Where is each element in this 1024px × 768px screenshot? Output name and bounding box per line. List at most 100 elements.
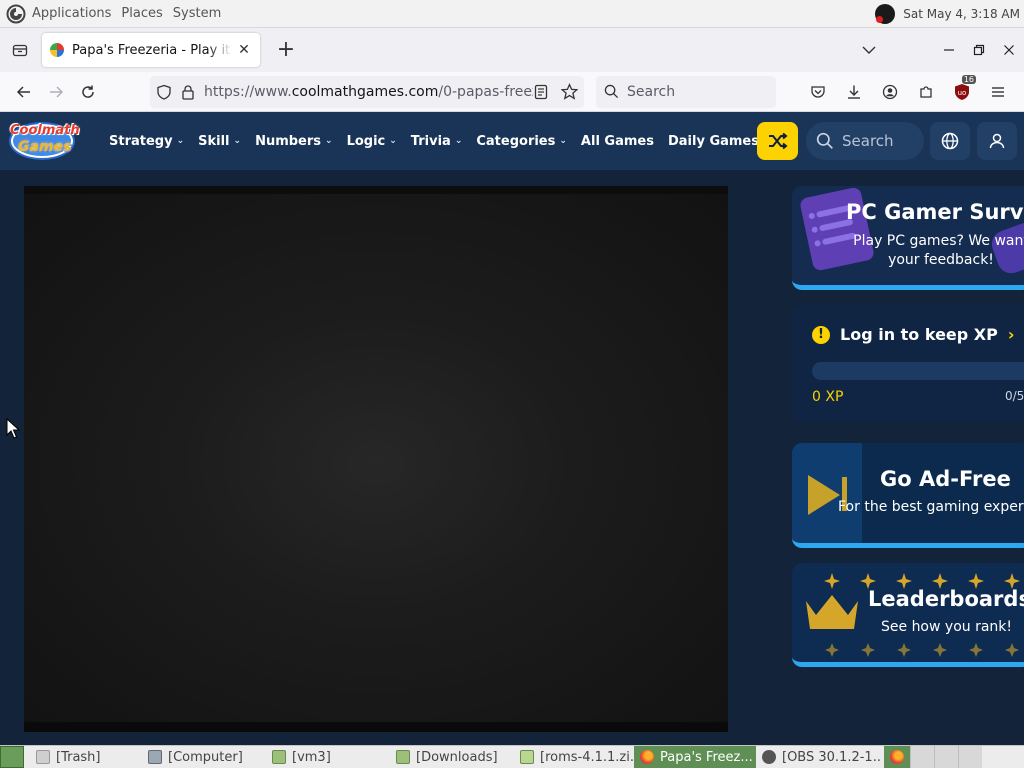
- back-button[interactable]: [8, 76, 40, 108]
- close-tab-icon[interactable]: ✕: [236, 42, 252, 58]
- xp-heading: Log in to keep XP: [840, 325, 998, 344]
- chevron-right-icon: ›: [1007, 325, 1015, 344]
- extension-badge: 16: [961, 75, 976, 84]
- hamburger-menu-icon[interactable]: [980, 76, 1016, 108]
- globe-icon: [941, 132, 959, 150]
- site-search-placeholder: Search: [842, 132, 894, 150]
- tab-strip: Papa's Freezeria - Play it Online ✕ +: [0, 28, 1024, 72]
- gnome-foot-icon[interactable]: [6, 4, 26, 24]
- url-bar[interactable]: https://www.coolmathgames.com/0-papas-fr…: [150, 75, 584, 108]
- nav-categories[interactable]: Categories ⌄: [476, 134, 567, 149]
- logo-line-1: Coolmath: [10, 123, 80, 138]
- language-button[interactable]: [930, 122, 970, 160]
- coolmath-games-logo[interactable]: Coolmath Games: [8, 121, 80, 161]
- pc-gamer-survey-card[interactable]: PC Gamer Survey Play PC games? We want y…: [792, 186, 1024, 290]
- leaderboards-title: Leaderboards: [868, 587, 1024, 611]
- leaderboards-subtitle: See how you rank!: [881, 619, 1013, 635]
- site-search-input[interactable]: Search: [806, 122, 924, 160]
- taskbar-item-firefox-window[interactable]: Papa's Freez...: [634, 746, 756, 768]
- bookmark-star-icon[interactable]: [561, 83, 578, 100]
- restore-button[interactable]: [964, 36, 994, 64]
- ublock-extension-icon[interactable]: uo 16: [944, 75, 980, 108]
- taskbar-item-obs[interactable]: [OBS 30.1.2-1...: [756, 746, 880, 768]
- places-menu[interactable]: Places: [121, 6, 162, 21]
- taskbar-item-vm3[interactable]: [vm3]: [266, 746, 390, 768]
- login-to-keep-xp-link[interactable]: ! Log in to keep XP ›: [812, 325, 1014, 344]
- obs-icon: [762, 750, 776, 764]
- clock[interactable]: Sat May 4, 3:18 AM: [903, 7, 1020, 21]
- site-header: Coolmath Games Strategy ⌄ Skill ⌄ Numbers ⌄…: [0, 112, 1024, 170]
- ad-free-panel: [792, 443, 862, 543]
- extensions-puzzle-icon[interactable]: [908, 76, 944, 108]
- nav-skill[interactable]: Skill ⌄: [198, 134, 241, 149]
- chevron-down-icon: ⌄: [176, 136, 185, 146]
- tab-title: Papa's Freezeria - Play it Online: [72, 42, 232, 58]
- lock-icon[interactable]: [180, 84, 196, 100]
- folder-icon: [396, 750, 410, 764]
- tabs-dropdown-icon[interactable]: [854, 36, 884, 64]
- ad-free-title: Go Ad-Free: [880, 467, 1011, 491]
- downloads-icon[interactable]: [836, 76, 872, 108]
- taskbar-item-trash[interactable]: [Trash]: [30, 746, 142, 768]
- browser-search-bar[interactable]: Search: [596, 75, 776, 108]
- xp-value: 0 XP: [812, 389, 844, 405]
- play-icon: [808, 475, 840, 515]
- site-nav: Strategy ⌄ Skill ⌄ Numbers ⌄ Logic ⌄ Trivia ⌄…: [109, 134, 773, 149]
- nav-all-games[interactable]: All Games: [581, 134, 654, 149]
- stars-decoration: [806, 573, 1020, 657]
- xp-total: 0/5: [1005, 389, 1024, 403]
- tracking-protection-shield-icon[interactable]: [156, 84, 172, 100]
- workspace-2[interactable]: [934, 746, 958, 768]
- search-icon: [604, 84, 619, 99]
- logo-line-2: Games: [18, 139, 72, 155]
- taskbar-item-downloads[interactable]: [Downloads]: [390, 746, 514, 768]
- trash-icon: [36, 750, 50, 764]
- applications-menu[interactable]: Applications: [32, 6, 111, 21]
- pocket-icon[interactable]: [800, 76, 836, 108]
- nav-numbers[interactable]: Numbers ⌄: [255, 134, 333, 149]
- system-menu[interactable]: System: [173, 6, 221, 21]
- firefox-icon: [640, 750, 654, 764]
- xp-card: ! Log in to keep XP › 0 XP 0/5: [792, 305, 1024, 422]
- game-canvas-bottom-edge: [24, 722, 728, 732]
- firefox-launcher-icon[interactable]: [884, 746, 910, 768]
- tab-papas-freezeria[interactable]: Papa's Freezeria - Play it Online ✕: [42, 33, 260, 67]
- random-game-button[interactable]: [757, 122, 798, 160]
- chevron-down-icon: ⌄: [454, 136, 463, 146]
- taskbar-item-roms[interactable]: [roms-4.1.1.zi...: [514, 746, 634, 768]
- leaderboards-card[interactable]: Leaderboards See how you rank!: [792, 563, 1024, 667]
- user-icon: [989, 133, 1005, 149]
- nav-trivia[interactable]: Trivia ⌄: [411, 134, 463, 149]
- shuffle-icon: [768, 132, 788, 150]
- taskbar-item-computer[interactable]: [Computer]: [142, 746, 266, 768]
- minimize-button[interactable]: [934, 36, 964, 64]
- coolmath-favicon-icon: [50, 43, 64, 57]
- nav-daily-games[interactable]: Daily Games: [668, 134, 759, 149]
- url-text[interactable]: https://www.coolmathgames.com/0-papas-fr…: [204, 84, 533, 100]
- game-canvas[interactable]: [24, 186, 728, 732]
- survey-subtitle: Play PC games? We want your feedback!: [853, 233, 1024, 268]
- chevron-down-icon: ⌄: [325, 136, 333, 146]
- chevron-down-icon: ⌄: [559, 136, 567, 146]
- user-account-button[interactable]: [977, 122, 1017, 160]
- reader-view-icon[interactable]: [533, 84, 549, 100]
- folder-icon: [272, 750, 286, 764]
- go-ad-free-card[interactable]: Go Ad-Free For the best gaming experienc…: [792, 443, 1024, 548]
- obs-tray-icon[interactable]: [875, 4, 896, 24]
- chevron-down-icon: ⌄: [233, 136, 242, 146]
- forward-button[interactable]: [40, 76, 72, 108]
- workspace-3[interactable]: [958, 746, 982, 768]
- list-all-tabs-icon[interactable]: [10, 40, 30, 60]
- workspace-1[interactable]: [910, 746, 934, 768]
- close-window-button[interactable]: [994, 36, 1024, 64]
- reload-button[interactable]: [72, 76, 104, 108]
- account-icon[interactable]: [872, 76, 908, 108]
- mouse-pointer-icon: [6, 418, 20, 439]
- show-desktop-button[interactable]: [0, 746, 24, 768]
- navigation-toolbar: https://www.coolmathgames.com/0-papas-fr…: [0, 72, 1024, 112]
- chevron-down-icon: ⌄: [389, 136, 397, 146]
- nav-strategy[interactable]: Strategy ⌄: [109, 134, 184, 149]
- svg-text:uo: uo: [958, 89, 967, 97]
- nav-logic[interactable]: Logic ⌄: [347, 134, 397, 149]
- new-tab-button[interactable]: +: [272, 36, 300, 64]
